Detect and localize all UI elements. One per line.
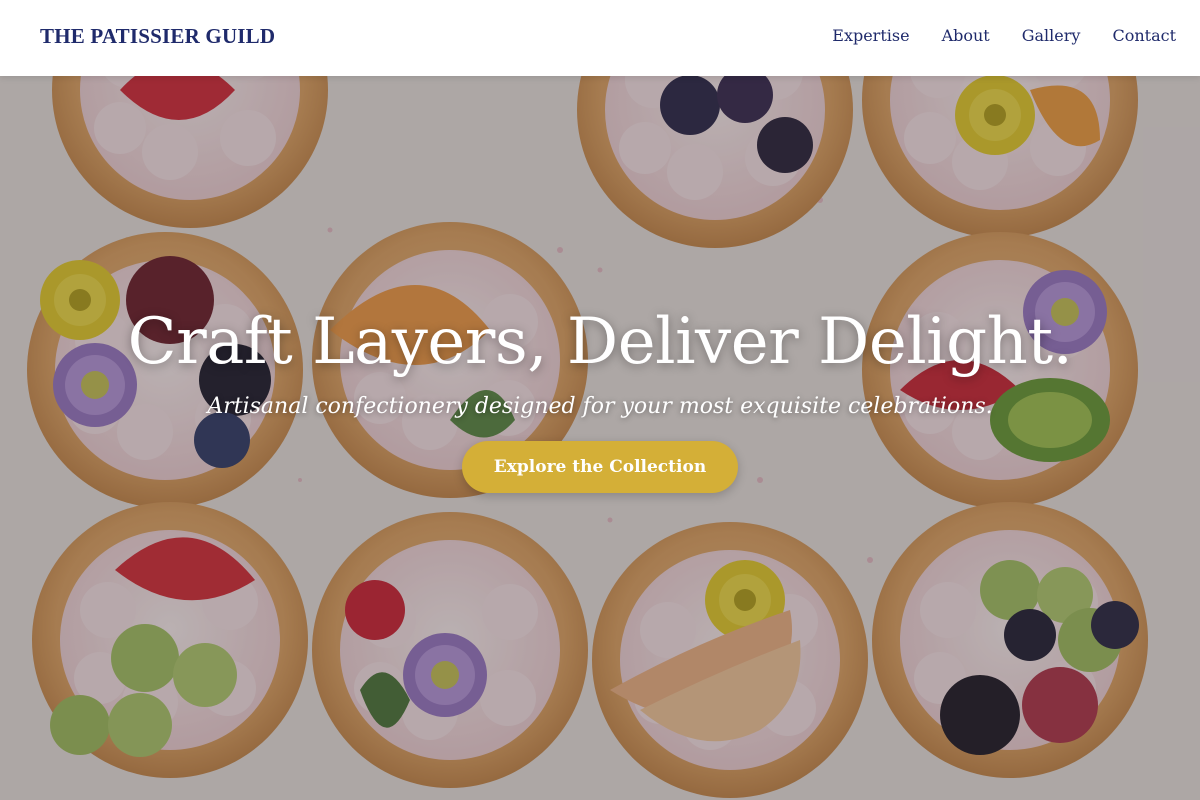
hero-section: Craft Layers, Deliver Delight. Artisanal… <box>0 76 1200 800</box>
nav-link-gallery[interactable]: Gallery <box>1022 26 1081 45</box>
nav-link-about[interactable]: About <box>942 26 990 45</box>
site-header: THE PATISSIER GUILD Expertise About Gall… <box>0 0 1200 76</box>
hero-subtitle: Artisanal confectionery designed for you… <box>207 393 993 419</box>
nav-link-expertise[interactable]: Expertise <box>832 26 909 45</box>
site-logo[interactable]: THE PATISSIER GUILD <box>40 24 275 49</box>
main-nav: Expertise About Gallery Contact <box>832 26 1176 45</box>
hero-title: Craft Layers, Deliver Delight. <box>127 305 1073 379</box>
explore-collection-button[interactable]: Explore the Collection <box>461 440 739 493</box>
hero-content: Craft Layers, Deliver Delight. Artisanal… <box>0 305 1200 493</box>
nav-link-contact[interactable]: Contact <box>1112 26 1176 45</box>
